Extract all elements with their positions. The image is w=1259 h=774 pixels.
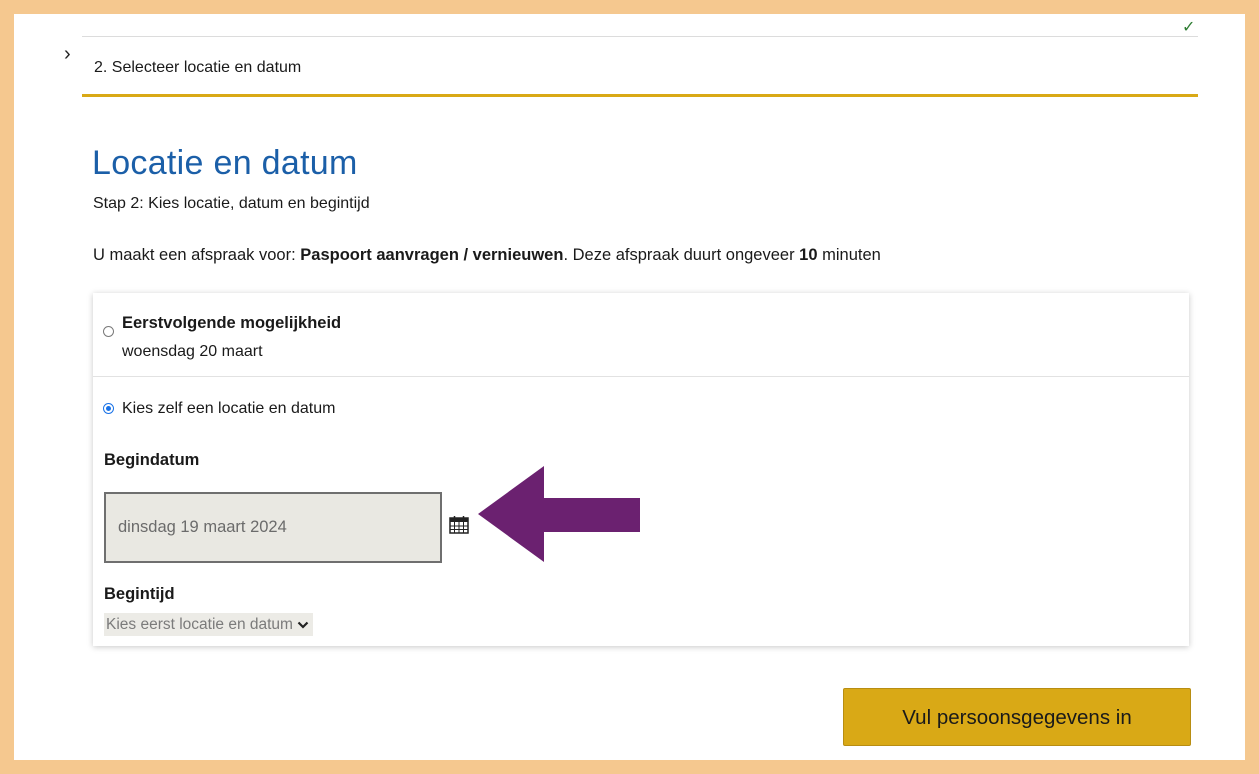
checkmark-icon: ✓ [1182, 19, 1196, 36]
appointment-info-middle: . Deze afspraak duurt ongeveer [563, 246, 800, 264]
calendar-icon[interactable] [449, 515, 469, 534]
option-first-available-title: Eerstvolgende mogelijkheid [122, 314, 342, 332]
begintijd-select-value: Kies eerst locatie en datum [106, 616, 293, 633]
page: › ✓ 2. Selecteer locatie en datum Locati… [14, 14, 1245, 760]
chevron-right-icon[interactable]: › [64, 44, 71, 64]
divider [82, 36, 1198, 37]
appointment-info: U maakt een afspraak voor: Paspoort aanv… [93, 246, 881, 265]
radio-choose-own[interactable] [103, 403, 114, 414]
page-subtitle: Stap 2: Kies locatie, datum en begintijd [93, 195, 370, 212]
option-first-available-date: woensdag 20 maart [122, 343, 263, 360]
begintijd-select[interactable]: Kies eerst locatie en datum [104, 613, 313, 636]
radio-first-available[interactable] [103, 326, 114, 337]
begintijd-label: Begintijd [104, 585, 175, 603]
option-choose-own-label[interactable]: Kies zelf een locatie en datum [122, 400, 335, 418]
appointment-info-prefix: U maakt een afspraak voor: [93, 246, 301, 264]
appointment-service: Paspoort aanvragen / vernieuwen [300, 246, 564, 264]
page-title: Locatie en datum [92, 144, 358, 182]
step-label[interactable]: 2. Selecteer locatie en datum [94, 59, 301, 77]
arrow-left-icon [478, 466, 640, 562]
chevron-down-icon [297, 621, 309, 629]
option-first-available[interactable]: Eerstvolgende mogelijkheid woensdag 20 m… [93, 293, 1189, 377]
begindatum-label: Begindatum [104, 451, 200, 469]
begindatum-input[interactable]: dinsdag 19 maart 2024 [104, 492, 442, 563]
fill-personal-details-button[interactable]: Vul persoonsgegevens in [843, 688, 1191, 746]
appointment-duration: 10 [799, 246, 818, 264]
appointment-info-suffix: minuten [817, 246, 881, 264]
step-underline [82, 94, 1198, 97]
